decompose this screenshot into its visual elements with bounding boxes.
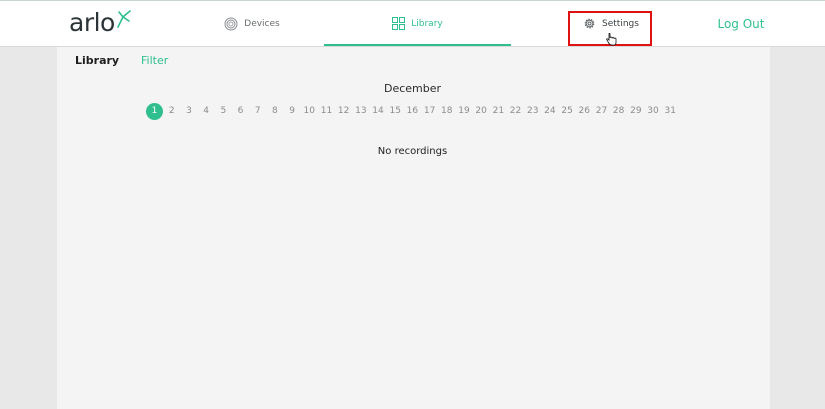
active-tab-indicator (324, 44, 511, 46)
day-20[interactable]: 20 (473, 103, 490, 120)
day-23[interactable]: 23 (524, 103, 541, 120)
day-9[interactable]: 9 (284, 103, 301, 120)
day-25[interactable]: 25 (559, 103, 576, 120)
day-31[interactable]: 31 (662, 103, 679, 120)
day-13[interactable]: 13 (352, 103, 369, 120)
day-selector: 1 2 3 4 5 6 7 8 9 10 11 12 13 14 15 16 17 18 19 20 21 22 23 24 2… (146, 102, 679, 120)
day-19[interactable]: 19 (455, 103, 472, 120)
day-26[interactable]: 26 (576, 103, 593, 120)
day-30[interactable]: 30 (644, 103, 661, 120)
library-heading: Library (75, 54, 120, 67)
day-6[interactable]: 6 (232, 103, 249, 120)
day-14[interactable]: 14 (369, 103, 386, 120)
devices-icon (224, 17, 238, 31)
day-18[interactable]: 18 (438, 103, 455, 120)
day-10[interactable]: 10 (301, 103, 318, 120)
tab-devices-label: Devices (244, 18, 280, 29)
tab-devices[interactable]: Devices (192, 1, 312, 46)
day-24[interactable]: 24 (541, 103, 558, 120)
day-17[interactable]: 17 (421, 103, 438, 120)
empty-state-message: No recordings (377, 146, 448, 157)
day-12[interactable]: 12 (335, 103, 352, 120)
bird-logo-icon (116, 9, 132, 33)
day-5[interactable]: 5 (215, 103, 232, 120)
filter-button[interactable]: Filter (141, 54, 168, 67)
day-27[interactable]: 27 (593, 103, 610, 120)
tab-library-label: Library (411, 18, 443, 29)
month-label: December (383, 82, 442, 95)
day-21[interactable]: 21 (490, 103, 507, 120)
logo-text: arlo (69, 8, 115, 37)
day-11[interactable]: 11 (318, 103, 335, 120)
day-28[interactable]: 28 (610, 103, 627, 120)
grid-icon (392, 17, 406, 30)
tab-library[interactable]: Library (324, 1, 511, 46)
day-1[interactable]: 1 (146, 102, 163, 120)
day-3[interactable]: 3 (180, 103, 197, 120)
day-4[interactable]: 4 (198, 103, 215, 120)
day-15[interactable]: 15 (387, 103, 404, 120)
day-16[interactable]: 16 (404, 103, 421, 120)
day-2[interactable]: 2 (163, 103, 180, 120)
day-8[interactable]: 8 (266, 103, 283, 120)
logout-button[interactable]: Log Out (711, 1, 771, 46)
arlo-logo[interactable]: arlo (69, 6, 132, 40)
day-22[interactable]: 22 (507, 103, 524, 120)
day-29[interactable]: 29 (627, 103, 644, 120)
day-7[interactable]: 7 (249, 103, 266, 120)
